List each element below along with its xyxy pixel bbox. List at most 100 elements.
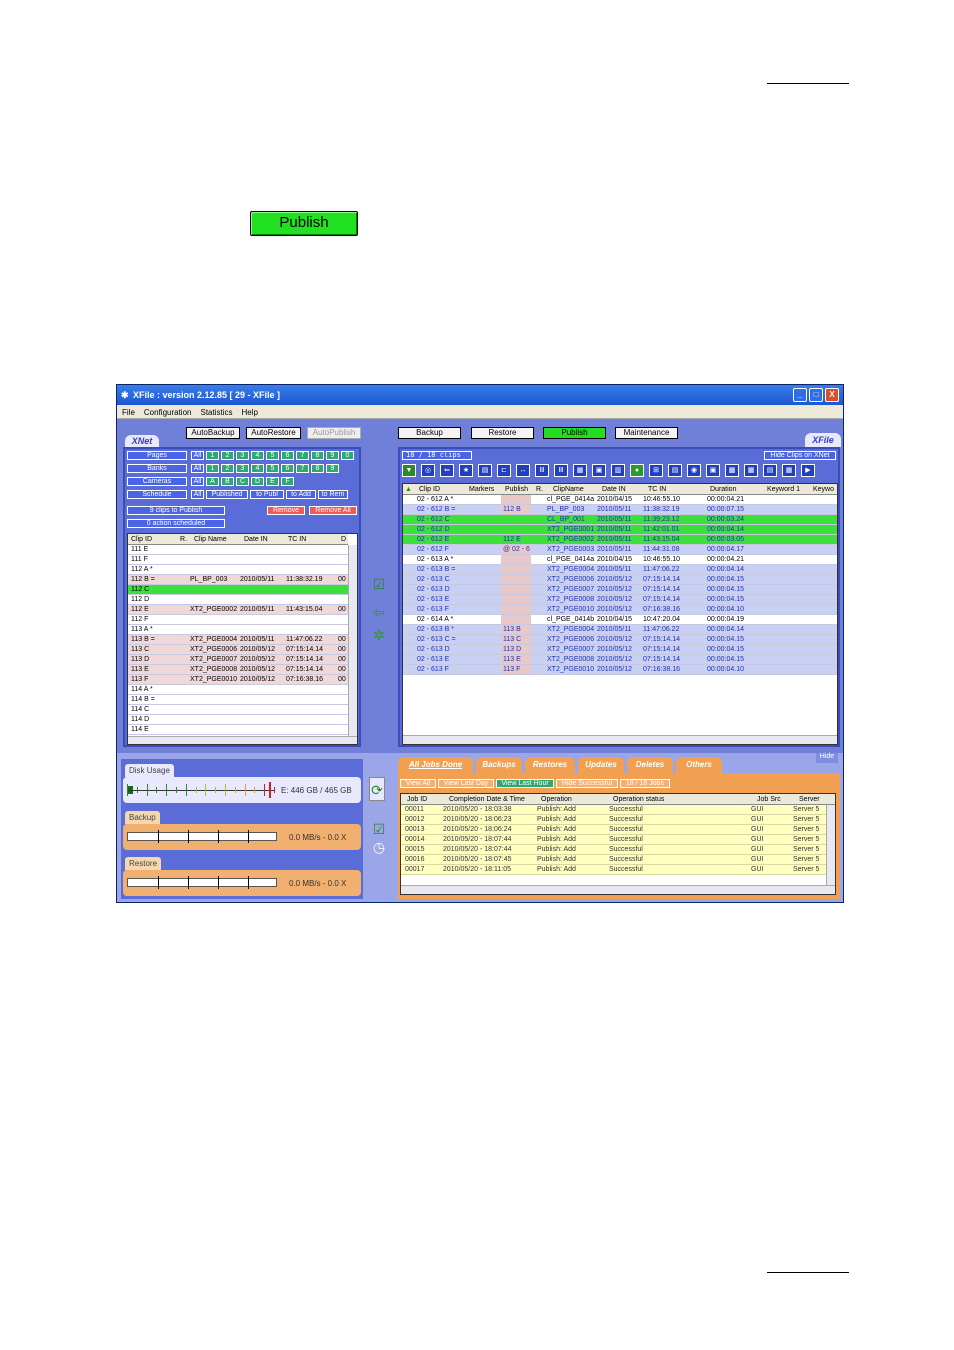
filter-banks-option[interactable]: 7 <box>296 464 309 473</box>
filter-pages-option[interactable]: 2 <box>221 451 234 460</box>
col-r[interactable]: R. <box>536 486 543 493</box>
table-row[interactable]: 02 - 613 E 113 E XT2_PGE0008 2010/05/12 07:1… <box>403 655 837 665</box>
table-row[interactable]: 00015 2010/05/20 - 18:07:44 Publish: Add Su… <box>401 845 826 855</box>
col-keyword-2[interactable]: Keywo <box>813 486 834 493</box>
rows-icon[interactable]: Ⅲ <box>554 464 568 477</box>
col-d[interactable]: D <box>341 536 346 543</box>
table-row[interactable]: 02 - 613 D 113 D XT2_PGE0007 2010/05/12 07:1… <box>403 645 837 655</box>
table-row[interactable]: 00017 2010/05/20 - 18:11:05 Publish: Add Su… <box>401 865 826 875</box>
autobackup-button[interactable]: AutoBackup <box>186 427 240 439</box>
grid-icon[interactable]: ▦ <box>573 464 587 477</box>
table-row[interactable]: 02 - 613 C = 113 C XT2_PGE0006 2010/05/12 07… <box>403 635 837 645</box>
filter-pages-button[interactable]: Pages <box>127 451 187 460</box>
remove-all-button[interactable]: Remove All <box>309 506 357 515</box>
table-row[interactable]: 114 E <box>128 725 348 735</box>
remove-button[interactable]: Remove <box>267 506 305 515</box>
grid3-icon[interactable]: ▦ <box>782 464 796 477</box>
maximize-button[interactable]: □ <box>809 388 823 402</box>
sort-icon[interactable]: ▲ <box>405 486 412 493</box>
autorestore-button[interactable]: AutoRestore <box>246 427 301 439</box>
filter-banks-option[interactable]: 2 <box>221 464 234 473</box>
filter-banks-option[interactable]: 3 <box>236 464 249 473</box>
table-row[interactable]: 00016 2010/05/20 - 18:07:45 Publish: Add Su… <box>401 855 826 865</box>
monitor-icon[interactable]: ▣ <box>592 464 606 477</box>
check-job-icon[interactable]: ☑ <box>369 819 389 839</box>
refresh-icon[interactable]: ⟳ <box>369 777 385 801</box>
table-row[interactable]: 02 - 613 B * 113 B XT2_PGE0004 2010/05/11 11… <box>403 625 837 635</box>
grid2-icon[interactable]: ▦ <box>744 464 758 477</box>
table-row[interactable]: 02 - 613 C XT2_PGE0006 2010/05/12 07:15:14.… <box>403 575 837 585</box>
hide-clips-on-xnet-button[interactable]: Hide Clips on XNet <box>764 451 836 460</box>
xnet-horizontal-scrollbar[interactable] <box>128 736 357 744</box>
filter-cameras-option[interactable]: E <box>266 477 279 486</box>
menu-file[interactable]: File <box>117 405 139 417</box>
filter-banks-option[interactable]: 1 <box>206 464 219 473</box>
table-row[interactable]: 111 F <box>128 555 348 565</box>
table-row[interactable]: 113 B = XT2_PGE0004 2010/05/11 11:47:06.22 0… <box>128 635 348 645</box>
table-row[interactable]: 02 - 612 E 112 E XT2_PGE0002 2010/05/11 11:4… <box>403 535 837 545</box>
table-row[interactable]: 112 C <box>128 585 348 595</box>
table-row[interactable]: 112 A * <box>128 565 348 575</box>
jobs-horizontal-scrollbar[interactable] <box>401 885 835 894</box>
table-row[interactable]: 02 - 612 D XT2_PGE0001 2010/05/11 11:42:01.… <box>403 525 837 535</box>
job-filter-1[interactable]: View Last Day <box>438 779 494 788</box>
close-button[interactable]: X <box>825 388 839 402</box>
clock-icon[interactable]: ◷ <box>369 837 389 857</box>
job-tab-backups[interactable]: Backups <box>476 757 522 773</box>
mosaic-icon[interactable]: ▩ <box>725 464 739 477</box>
job-tab-updates[interactable]: Updates <box>578 757 624 773</box>
table-row[interactable]: 113 D XT2_PGE0007 2010/05/12 07:15:14.14 00 <box>128 655 348 665</box>
table-row[interactable]: 112 F <box>128 615 348 625</box>
filter-banks-option[interactable]: 6 <box>281 464 294 473</box>
table-row[interactable]: 00014 2010/05/20 - 18:07:44 Publish: Add Su… <box>401 835 826 845</box>
filter-pages-option[interactable]: 1 <box>206 451 219 460</box>
job-tab-all-jobs-done[interactable]: All Jobs Done <box>398 757 473 773</box>
filter-banks-option[interactable]: 5 <box>266 464 279 473</box>
col-completion-date[interactable]: Completion Date & Time <box>449 796 525 803</box>
sync-icon[interactable]: ✲ <box>369 625 389 645</box>
filter-schedule-option[interactable]: to Rem <box>318 490 348 499</box>
filter-pages-option[interactable]: 6 <box>281 451 294 460</box>
filter-schedule-option[interactable]: to Add <box>286 490 316 499</box>
table-row[interactable]: 02 - 612 B = 112 B PL_BP_003 2010/05/11 11:3… <box>403 505 837 515</box>
table-row[interactable]: 02 - 613 F 113 F XT2_PGE0010 2010/05/12 07:1… <box>403 665 837 675</box>
filter-pages-option[interactable]: 9 <box>326 451 339 460</box>
job-filter-3[interactable]: Hide Successful <box>556 779 618 788</box>
hide-jobs-button[interactable]: Hide <box>816 753 838 763</box>
col-clip-id[interactable]: Clip ID <box>131 536 152 543</box>
menu-help[interactable]: Help <box>237 405 262 417</box>
filter-banks-option[interactable]: 9 <box>326 464 339 473</box>
table-row[interactable]: 02 - 613 B = XT2_PGE0004 2010/05/11 11:47:0… <box>403 565 837 575</box>
publish-selected-icon[interactable]: ☑ <box>369 574 389 594</box>
autopublish-button[interactable]: AutoPublish <box>307 427 361 439</box>
jobs-vertical-scrollbar[interactable] <box>826 805 835 885</box>
job-tab-restores[interactable]: Restores <box>525 757 575 773</box>
transfer-left-icon[interactable]: ⇦ <box>369 602 389 622</box>
filter-pages-option[interactable]: 3 <box>236 451 249 460</box>
table-row[interactable]: 111 E <box>128 545 348 555</box>
col-duration[interactable]: Duration <box>710 486 736 493</box>
list2-icon[interactable]: ▤ <box>763 464 777 477</box>
filter-banks-button[interactable]: Banks <box>127 464 187 473</box>
table-row[interactable]: 113 A * <box>128 625 348 635</box>
table-row[interactable]: 114 B = <box>128 695 348 705</box>
restore-tab-button[interactable]: Restore <box>471 427 534 439</box>
filter-cameras-option[interactable]: B <box>221 477 234 486</box>
filter-banks-option[interactable]: 8 <box>311 464 324 473</box>
col-tc-in[interactable]: TC IN <box>648 486 666 493</box>
play-icon[interactable]: ▶ <box>801 464 815 477</box>
xnet-tab[interactable]: XNet <box>125 435 159 447</box>
filter-pages-option[interactable]: 8 <box>311 451 324 460</box>
col-job-id[interactable]: Job ID <box>407 796 427 803</box>
filter-schedule-option[interactable]: All <box>191 490 204 499</box>
table-row[interactable]: 113 E XT2_PGE0008 2010/05/12 07:15:14.14 00 <box>128 665 348 675</box>
import-icon[interactable]: ⊏ <box>497 464 511 477</box>
col-clipname[interactable]: ClipName <box>553 486 584 493</box>
col-operation[interactable]: Operation <box>541 796 572 803</box>
col-publish[interactable]: Publish <box>505 486 528 493</box>
filter-pages-option[interactable]: All <box>191 451 204 460</box>
table-row[interactable]: 00013 2010/05/20 - 18:06:24 Publish: Add Su… <box>401 825 826 835</box>
job-filter-0[interactable]: View All <box>400 779 436 788</box>
publish-tab-button[interactable]: Publish <box>543 427 606 439</box>
menu-configuration[interactable]: Configuration <box>139 405 196 417</box>
